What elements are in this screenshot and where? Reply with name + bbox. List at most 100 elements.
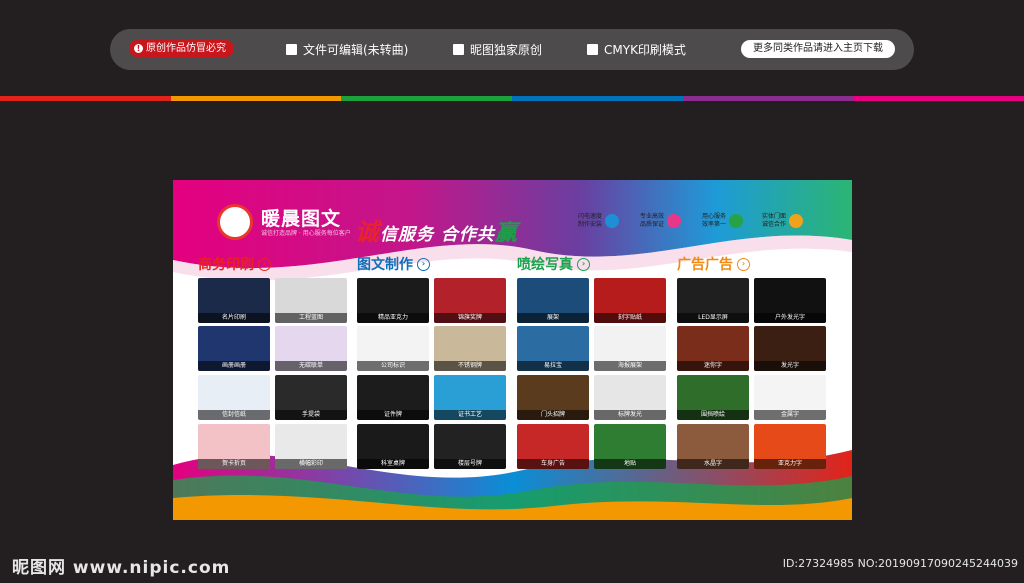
feature-line-1: 闪电速度	[578, 213, 603, 220]
feature-text: 专业高效 品质保证	[640, 213, 664, 229]
product-tile: 无碳联单	[275, 326, 347, 371]
product-tile-caption: 锦旗奖牌	[434, 313, 506, 323]
product-tile: 科室桌牌	[357, 424, 429, 469]
feature-line-1: 用心服务	[702, 213, 727, 220]
slogan-char-ying: 赢	[494, 221, 518, 246]
option-cmyk-label: CMYK印刷模式	[604, 43, 686, 57]
brand-logo-icon	[217, 204, 253, 240]
product-tile-caption: 公司标识	[357, 361, 429, 371]
chevron-right-icon: ›	[258, 257, 271, 271]
feature-line-1: 专业高效	[640, 213, 665, 220]
product-tile-caption: 海报展架	[594, 361, 666, 371]
product-tile-caption: 无碳联单	[275, 361, 347, 371]
product-tile-caption: 贺卡折页	[198, 459, 270, 469]
chevron-right-icon: ›	[417, 257, 430, 271]
section-title-text: 广告广告	[677, 257, 733, 273]
section-title: 喷绘写真 ›	[517, 254, 590, 274]
product-tile: 证件牌	[357, 375, 429, 420]
product-tile: 门头招牌	[517, 375, 589, 420]
stripe-segment	[341, 96, 513, 101]
product-tile: 贺卡折页	[198, 424, 270, 469]
alert-icon: !	[134, 44, 143, 53]
product-tile-caption: 金属字	[754, 410, 826, 420]
product-tile: 信封信纸	[198, 375, 270, 420]
product-tile: 车身广告	[517, 424, 589, 469]
nipic-watermark-logo: 昵图网 www.nipic.com	[12, 558, 231, 578]
product-tile-caption: 工程蓝图	[275, 313, 347, 323]
product-tile: 迷你字	[677, 326, 749, 371]
product-tile: 发光字	[754, 326, 826, 371]
chevron-right-icon: ›	[577, 257, 590, 271]
product-tile-caption: 画册画册	[198, 361, 270, 371]
product-tile-caption: 精品亚克力	[357, 313, 429, 323]
heart-icon	[729, 214, 744, 228]
product-tile-caption: 展架	[517, 313, 589, 323]
product-tile-caption: 证书工艺	[434, 410, 506, 420]
product-tile-caption: 亚克力字	[754, 459, 826, 469]
feature-item: 用心服务 效率第一	[702, 213, 744, 229]
product-tile-caption: 手提袋	[275, 410, 347, 420]
screenshot-canvas: ! 原创作品仿冒必究 文件可编辑(未转曲) 昵图独家原创 CMYK印刷模式 更多…	[0, 0, 1024, 583]
rainbow-stripe	[0, 96, 1024, 101]
info-bar: ! 原创作品仿冒必究 文件可编辑(未转曲) 昵图独家原创 CMYK印刷模式 更多…	[110, 29, 914, 70]
product-tile: 锦旗奖牌	[434, 278, 506, 323]
slogan-part-2: 合作共	[440, 225, 495, 245]
product-tile: 刻字贴纸	[594, 278, 666, 323]
chevron-right-icon: ›	[737, 257, 750, 271]
feature-text: 用心服务 效率第一	[702, 213, 726, 229]
lightning-icon	[605, 214, 620, 228]
slogan: 诚信服务 合作共赢	[355, 212, 518, 247]
image-id-text: ID:27324985 NO:20190917090245244039	[782, 557, 1018, 570]
slogan-char-cheng: 诚	[355, 218, 380, 246]
product-tile: 楼层号牌	[434, 424, 506, 469]
product-tile: 标牌发光	[594, 375, 666, 420]
diamond-icon	[667, 214, 682, 228]
more-works-button[interactable]: 更多同类作品请进入主页下载	[741, 40, 895, 58]
product-tile-caption: 横幅彩印	[275, 459, 347, 469]
product-tile-caption: 围挡喷绘	[677, 410, 749, 420]
feature-item: 闪电速度 制作安装	[578, 213, 620, 229]
product-tile-caption: 水晶字	[677, 459, 749, 469]
feature-item: 实体门面 诚信合作	[762, 213, 804, 229]
product-tile-caption: 楼层号牌	[434, 459, 506, 469]
option-exclusive: 昵图独家原创	[453, 41, 542, 58]
product-tile-caption: 户外发光字	[754, 313, 826, 323]
product-tile: 名片印刷	[198, 278, 270, 323]
section-title: 商务印刷 ›	[198, 254, 271, 274]
feature-line-2: 诚信合作	[762, 221, 787, 228]
product-tile: 画册画册	[198, 326, 270, 371]
product-tile: 海报展架	[594, 326, 666, 371]
product-tile: 不锈钢牌	[434, 326, 506, 371]
product-tile: 水晶字	[677, 424, 749, 469]
product-tile: LED显示屏	[677, 278, 749, 323]
option-editable: 文件可编辑(未转曲)	[286, 41, 408, 58]
stripe-segment	[853, 96, 1024, 101]
section-title-text: 喷绘写真	[517, 257, 573, 273]
stripe-segment	[0, 96, 171, 101]
product-tile: 亚克力字	[754, 424, 826, 469]
section-title: 广告广告 ›	[677, 254, 750, 274]
product-tile: 精品亚克力	[357, 278, 429, 323]
product-tile-caption: 信封信纸	[198, 410, 270, 420]
feature-line-2: 效率第一	[702, 221, 727, 228]
product-tile-caption: 科室桌牌	[357, 459, 429, 469]
handshake-icon	[789, 214, 804, 228]
product-tile-caption: LED显示屏	[677, 313, 749, 323]
product-tile-caption: 证件牌	[357, 410, 429, 420]
option-editable-label: 文件可编辑(未转曲)	[303, 43, 409, 57]
copyright-warning-badge: ! 原创作品仿冒必究	[129, 40, 234, 57]
section-title-text: 图文制作	[357, 257, 413, 273]
brand-name: 暖晨图文	[261, 208, 342, 230]
slogan-part-1: 信服务	[380, 225, 434, 245]
product-tile-caption: 标牌发光	[594, 410, 666, 420]
stripe-segment	[682, 96, 854, 101]
feature-line-2: 品质保证	[640, 221, 665, 228]
product-tile-caption: 刻字贴纸	[594, 313, 666, 323]
section-title-text: 商务印刷	[198, 257, 254, 273]
brand-subtitle: 诚信打造品牌 · 用心服务每位客户	[261, 230, 351, 237]
option-cmyk: CMYK印刷模式	[587, 41, 686, 58]
feature-item: 专业高效 品质保证	[640, 213, 682, 229]
feature-text: 闪电速度 制作安装	[578, 213, 602, 229]
product-tile: 户外发光字	[754, 278, 826, 323]
product-tile-caption: 地贴	[594, 459, 666, 469]
